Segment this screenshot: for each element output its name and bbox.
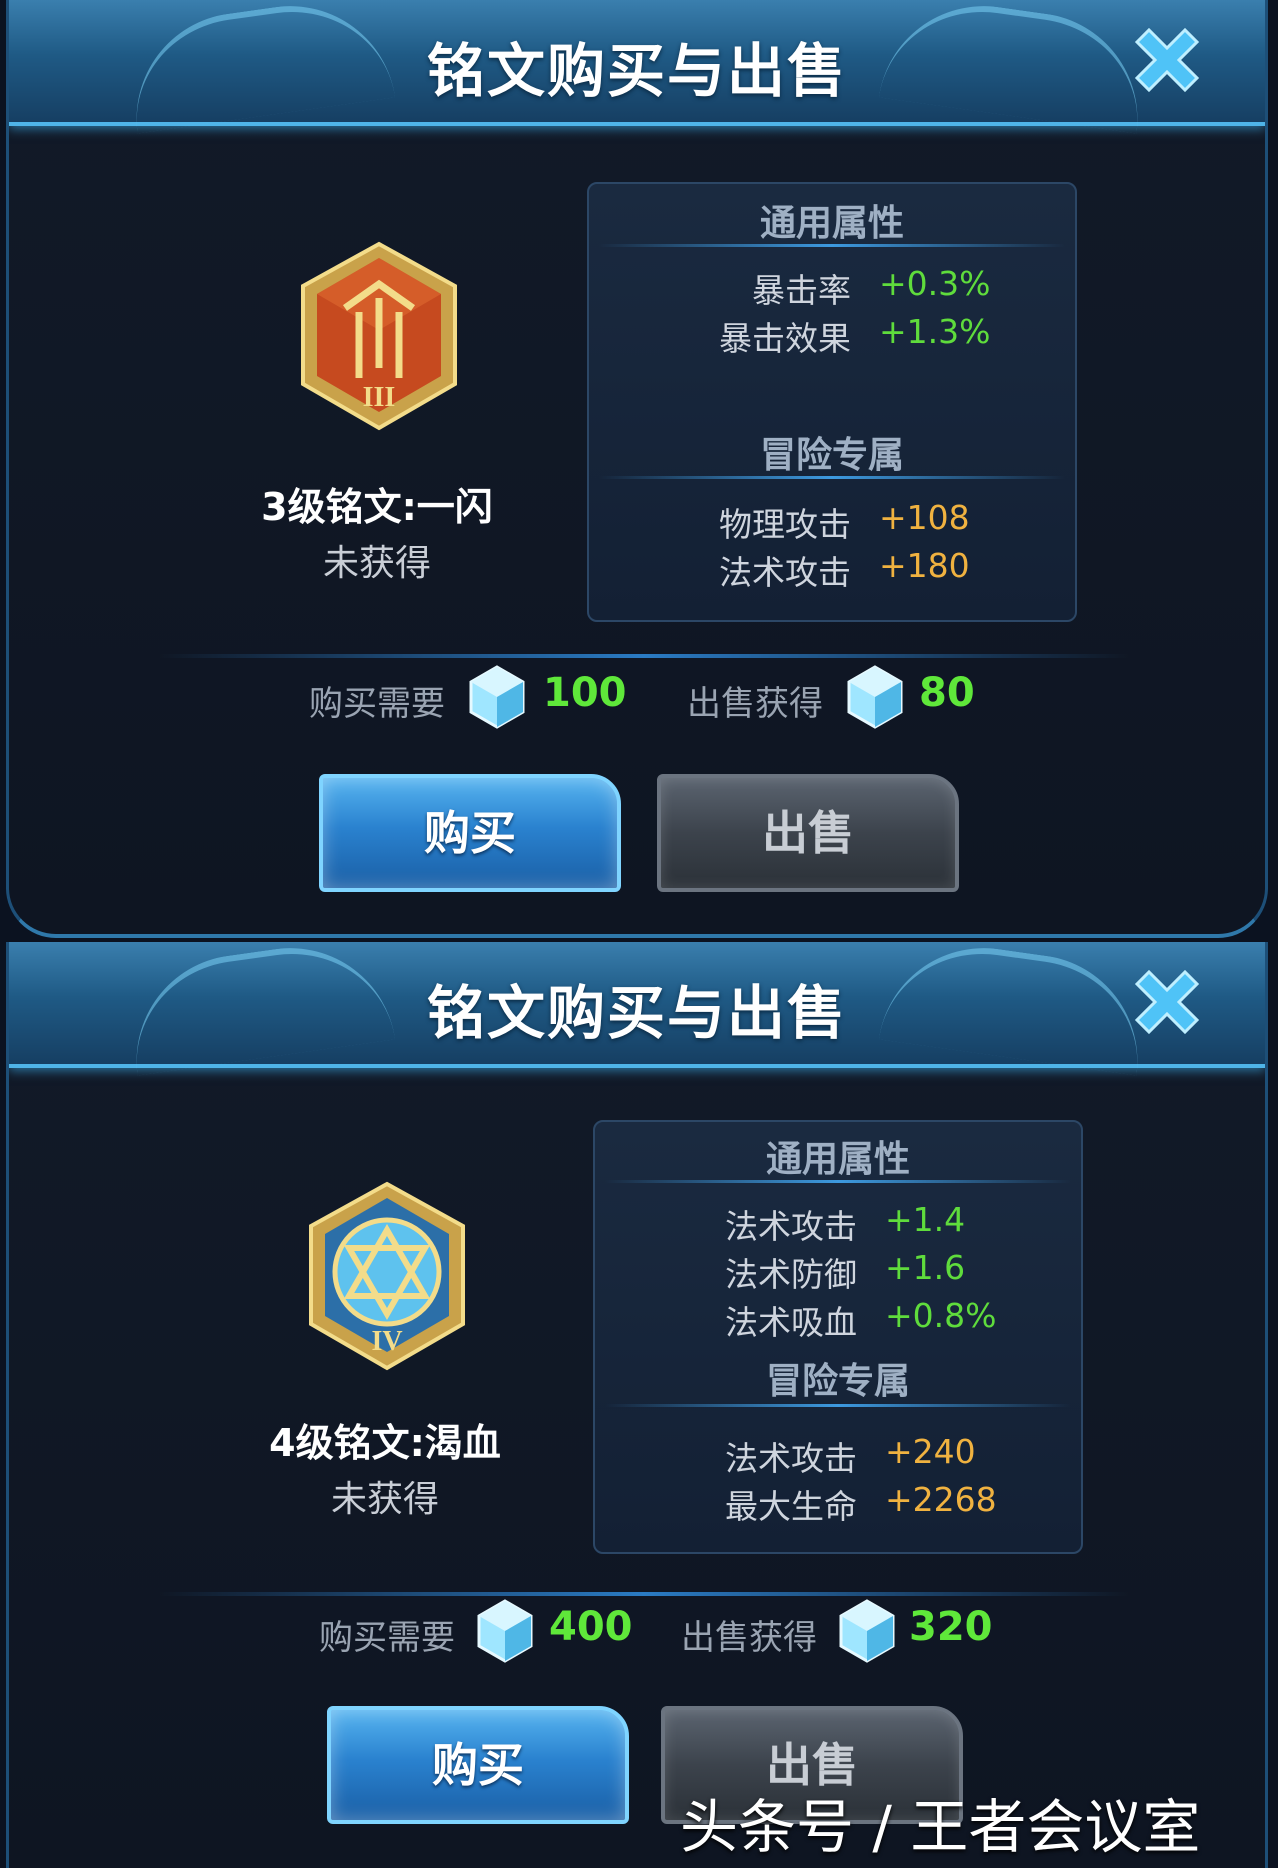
buy-button[interactable]: 购买 (327, 1706, 629, 1824)
stat-label: 最大生命 (725, 1487, 857, 1526)
general-stat-row: 暴击率 +0.3% (589, 264, 1075, 310)
rune-name: 3级铭文:一闪 (261, 485, 493, 529)
blue-rune-level-4-icon: IV (309, 1181, 465, 1371)
stat-value: +2268 (885, 1480, 997, 1519)
stat-label: 法术攻击 (719, 553, 851, 592)
buy-price-value: 400 (549, 1604, 633, 1650)
sell-price-value: 80 (919, 670, 975, 716)
stat-value: +180 (879, 546, 970, 585)
rune-level-numeral: IV (371, 1326, 402, 1357)
stat-value: +0.8% (885, 1296, 997, 1335)
rune-dialog-1: 铭文购买与出售 III 3级铭文:一闪 未获得 通用属性 暴击率 +0.3% 暴… (6, 0, 1268, 938)
attribute-box: 通用属性 法术攻击 +1.4 法术防御 +1.6 法术吸血 +0.8% 冒险专属… (593, 1120, 1083, 1554)
general-stat-row: 法术吸血 +0.8% (595, 1296, 1081, 1342)
dialog-header: 铭文购买与出售 (9, 0, 1265, 126)
dialog-header: 铭文购买与出售 (9, 942, 1265, 1068)
section-divider (599, 476, 1065, 479)
stat-label: 法术吸血 (725, 1303, 857, 1342)
stat-value: +108 (879, 498, 970, 537)
section-divider (605, 1180, 1071, 1183)
general-stat-row: 暴击效果 +1.3% (589, 312, 1075, 358)
adventure-stat-row: 物理攻击 +108 (589, 498, 1075, 544)
stat-value: +1.6 (885, 1248, 966, 1287)
general-stat-row: 法术攻击 +1.4 (595, 1200, 1081, 1246)
red-rune-level-3-icon: III (301, 241, 457, 431)
general-attributes-title: 通用属性 (759, 203, 904, 244)
rune-status: 未获得 (322, 543, 431, 584)
adventure-stat-row: 法术攻击 +180 (589, 546, 1075, 592)
diamond-currency-icon (847, 665, 903, 729)
diamond-currency-icon (469, 665, 525, 729)
diamond-currency-icon (477, 1599, 533, 1663)
stat-label: 物理攻击 (719, 505, 851, 544)
buy-price-label: 购买需要 (309, 684, 445, 724)
rune-level-numeral: III (363, 382, 396, 413)
adventure-attributes-title: 冒险专属 (759, 435, 904, 476)
dialog-title: 铭文购买与出售 (426, 979, 847, 1047)
sell-price-value: 320 (909, 1604, 993, 1650)
buy-button[interactable]: 购买 (319, 774, 621, 892)
diamond-currency-icon (839, 1599, 895, 1663)
stat-label: 暴击率 (752, 271, 851, 310)
rune-dialog-2: 铭文购买与出售 IV 4级铭文:渴血 未获得 通用属性 法术攻击 +1.4 法术… (6, 942, 1268, 1868)
close-icon[interactable] (1127, 962, 1207, 1042)
buy-price-label: 购买需要 (319, 1618, 455, 1658)
sell-price-label: 出售获得 (687, 684, 823, 724)
watermark-text: 头条号 / 王者会议室 (680, 1793, 1201, 1861)
general-stat-row: 法术防御 +1.6 (595, 1248, 1081, 1294)
price-divider (159, 1592, 1129, 1596)
stat-label: 暴击效果 (719, 319, 851, 358)
rune-status: 未获得 (330, 1479, 439, 1520)
stat-label: 法术防御 (725, 1255, 857, 1294)
general-attributes-title: 通用属性 (765, 1139, 910, 1180)
attribute-box: 通用属性 暴击率 +0.3% 暴击效果 +1.3% 冒险专属 物理攻击 +108… (587, 182, 1077, 622)
stat-label: 法术攻击 (725, 1439, 857, 1478)
sell-price-label: 出售获得 (681, 1618, 817, 1658)
stat-value: +1.4 (885, 1200, 966, 1239)
rune-name: 4级铭文:渴血 (269, 1421, 501, 1465)
sell-button[interactable]: 出售 (657, 774, 959, 892)
price-divider (159, 654, 1129, 658)
stat-value: +1.3% (879, 312, 991, 351)
buy-price-value: 100 (543, 670, 627, 716)
stat-label: 法术攻击 (725, 1207, 857, 1246)
adventure-stat-row: 最大生命 +2268 (595, 1480, 1081, 1526)
close-icon[interactable] (1127, 20, 1207, 100)
dialog-title: 铭文购买与出售 (426, 37, 847, 105)
adventure-stat-row: 法术攻击 +240 (595, 1432, 1081, 1478)
adventure-attributes-title: 冒险专属 (765, 1361, 910, 1402)
stat-value: +0.3% (879, 264, 991, 303)
section-divider (599, 244, 1065, 247)
stat-value: +240 (885, 1432, 976, 1471)
section-divider (605, 1404, 1071, 1407)
